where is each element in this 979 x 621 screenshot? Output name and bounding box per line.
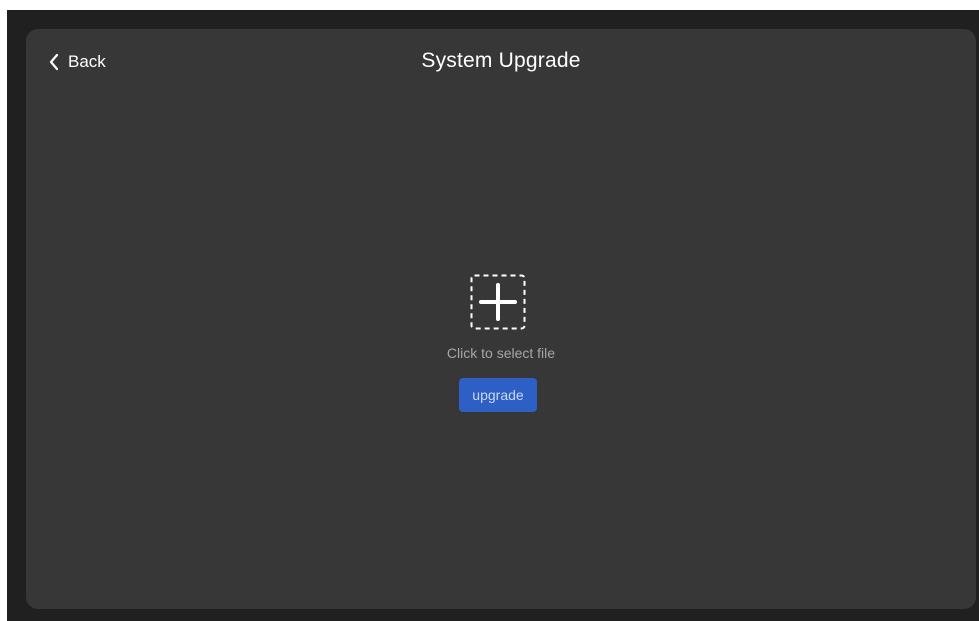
upgrade-button[interactable]: upgrade — [459, 378, 537, 412]
select-file-hint: Click to select file — [446, 345, 556, 361]
add-file-icon — [470, 274, 526, 330]
upgrade-panel: Back System Upgrade Click to select file… — [26, 29, 976, 609]
page-title: System Upgrade — [421, 49, 581, 72]
select-file-button[interactable] — [470, 274, 526, 330]
app-frame: Back System Upgrade Click to select file… — [7, 10, 979, 621]
